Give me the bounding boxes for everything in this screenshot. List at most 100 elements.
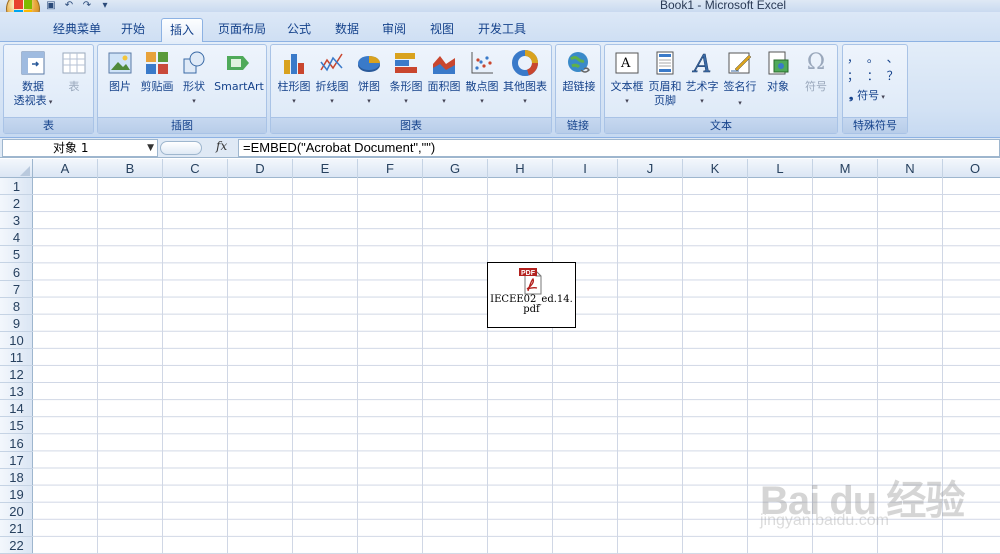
- special-symbol-label: 符号: [857, 89, 880, 102]
- wordart-button[interactable]: A 艺术字 ▾: [683, 48, 721, 108]
- picture-icon: [105, 48, 135, 78]
- formula-bar-handle[interactable]: [160, 141, 202, 155]
- column-header-A[interactable]: A: [33, 159, 98, 178]
- row-header-20[interactable]: 20: [0, 503, 33, 520]
- row-header-11[interactable]: 11: [0, 349, 33, 366]
- column-header-D[interactable]: D: [228, 159, 293, 178]
- clipart-button[interactable]: 剪贴画: [138, 48, 176, 94]
- pivot-table-button[interactable]: 数据 透视表 ▾: [10, 48, 56, 109]
- signature-line-label: 签名行: [723, 80, 757, 93]
- object-button[interactable]: 对象: [759, 48, 797, 94]
- row-header-1[interactable]: 1: [0, 178, 33, 195]
- tab-insert[interactable]: 插入: [161, 18, 203, 43]
- pie-chart-button[interactable]: 饼图 ▾: [351, 48, 387, 108]
- window-title: Book1 - Microsoft Excel: [660, 0, 787, 12]
- tab-review[interactable]: 审阅: [373, 18, 415, 42]
- object-icon: [763, 48, 793, 78]
- save-icon[interactable]: ▣: [44, 0, 58, 12]
- tab-view[interactable]: 视图: [421, 18, 463, 42]
- chevron-down-icon[interactable]: ▼: [147, 140, 154, 156]
- column-header-H[interactable]: H: [488, 159, 553, 178]
- tab-classic-menu[interactable]: 经典菜单: [46, 18, 108, 42]
- tab-formulas[interactable]: 公式: [278, 18, 320, 42]
- other-charts-button[interactable]: 其他图表 ▾: [501, 48, 549, 108]
- column-header-J[interactable]: J: [618, 159, 683, 178]
- clipart-icon: [142, 48, 172, 78]
- row-header-8[interactable]: 8: [0, 298, 33, 315]
- row-header-5[interactable]: 5: [0, 246, 33, 264]
- row-header-9[interactable]: 9: [0, 315, 33, 332]
- row-header-10[interactable]: 10: [0, 332, 33, 349]
- dropdown-arrow-icon: ▾: [46, 98, 53, 106]
- pivot-table-icon: [18, 48, 48, 78]
- column-header-O[interactable]: O: [943, 159, 1000, 178]
- column-header-N[interactable]: N: [878, 159, 943, 178]
- column-header-E[interactable]: E: [293, 159, 358, 178]
- row-header-18[interactable]: 18: [0, 469, 33, 486]
- column-header-F[interactable]: F: [358, 159, 423, 178]
- smartart-button[interactable]: SmartArt: [212, 48, 266, 94]
- group-links: 超链接 链接: [555, 44, 601, 134]
- row-header-2[interactable]: 2: [0, 195, 33, 213]
- column-header-L[interactable]: L: [748, 159, 813, 178]
- column-header-G[interactable]: G: [423, 159, 488, 178]
- column-header-M[interactable]: M: [813, 159, 878, 178]
- row-header-6[interactable]: 6: [0, 264, 33, 281]
- insert-function-icon[interactable]: fx: [216, 139, 227, 153]
- bar-chart-button[interactable]: 条形图 ▾: [387, 48, 425, 108]
- punctuation-row-1[interactable]: ， 。 、: [847, 51, 905, 65]
- symbol-button[interactable]: Ω 符号: [797, 48, 835, 94]
- header-footer-button[interactable]: 页眉和 页脚: [647, 48, 683, 108]
- column-header-K[interactable]: K: [683, 159, 748, 178]
- column-header-I[interactable]: I: [553, 159, 618, 178]
- row-header-22[interactable]: 22: [0, 537, 33, 554]
- table-label: 表: [68, 80, 80, 93]
- name-box[interactable]: 对象 1 ▼: [2, 139, 158, 157]
- tab-home[interactable]: 开始: [110, 18, 156, 42]
- hyperlink-button[interactable]: 超链接: [558, 48, 600, 94]
- svg-text:A: A: [620, 56, 631, 71]
- pivot-table-label-2: 透视表: [13, 94, 47, 107]
- row-header-21[interactable]: 21: [0, 520, 33, 537]
- baidu-jingyan-watermark: Bai du 经验 jingyan.baidu.com: [760, 468, 990, 548]
- row-header-13[interactable]: 13: [0, 383, 33, 401]
- table-button[interactable]: 表: [58, 48, 90, 94]
- undo-icon[interactable]: ↶: [62, 0, 76, 12]
- signature-line-button[interactable]: 签名行 ▾: [721, 48, 759, 110]
- tab-page-layout[interactable]: 页面布局: [211, 18, 273, 42]
- formula-input[interactable]: =EMBED("Acrobat Document",""): [238, 139, 1000, 157]
- customize-qat-icon[interactable]: ▾: [98, 0, 112, 12]
- row-header-4[interactable]: 4: [0, 229, 33, 247]
- tab-developer[interactable]: 开发工具: [470, 18, 534, 42]
- row-header-16[interactable]: 16: [0, 435, 33, 452]
- picture-button[interactable]: 图片: [102, 48, 138, 94]
- line-chart-button[interactable]: 折线图 ▾: [313, 48, 351, 108]
- punctuation-row-2[interactable]: ； ： ？: [847, 69, 905, 83]
- group-label-illustrations: 插图: [98, 117, 266, 133]
- dropdown-arrow-icon: ▾: [330, 97, 334, 105]
- header-footer-label-2: 页脚: [654, 94, 676, 107]
- column-chart-button[interactable]: 柱形图 ▾: [275, 48, 313, 108]
- scatter-chart-button[interactable]: 散点图 ▾: [463, 48, 501, 108]
- special-symbol-button[interactable]: ❟ 符号 ▾: [849, 89, 905, 104]
- tab-data[interactable]: 数据: [326, 18, 368, 42]
- row-header-15[interactable]: 15: [0, 417, 33, 435]
- dropdown-arrow-icon: ▾: [625, 97, 629, 105]
- shapes-button[interactable]: 形状 ▾: [176, 48, 212, 108]
- row-header-19[interactable]: 19: [0, 486, 33, 503]
- redo-icon[interactable]: ↷: [80, 0, 94, 12]
- row-header-17[interactable]: 17: [0, 452, 33, 469]
- line-chart-label: 折线图: [315, 80, 349, 93]
- group-label-text: 文本: [605, 117, 837, 133]
- embedded-pdf-object[interactable]: PDF IECEE02_ed.14.pdf: [487, 262, 576, 328]
- textbox-button[interactable]: A 文本框 ▾: [607, 48, 647, 108]
- column-header-C[interactable]: C: [163, 159, 228, 178]
- area-chart-icon: [429, 48, 459, 78]
- select-all-button[interactable]: [0, 159, 33, 178]
- row-header-12[interactable]: 12: [0, 366, 33, 384]
- row-header-3[interactable]: 3: [0, 212, 33, 230]
- row-header-7[interactable]: 7: [0, 281, 33, 298]
- column-header-B[interactable]: B: [98, 159, 163, 178]
- row-header-14[interactable]: 14: [0, 400, 33, 418]
- area-chart-button[interactable]: 面积图 ▾: [425, 48, 463, 108]
